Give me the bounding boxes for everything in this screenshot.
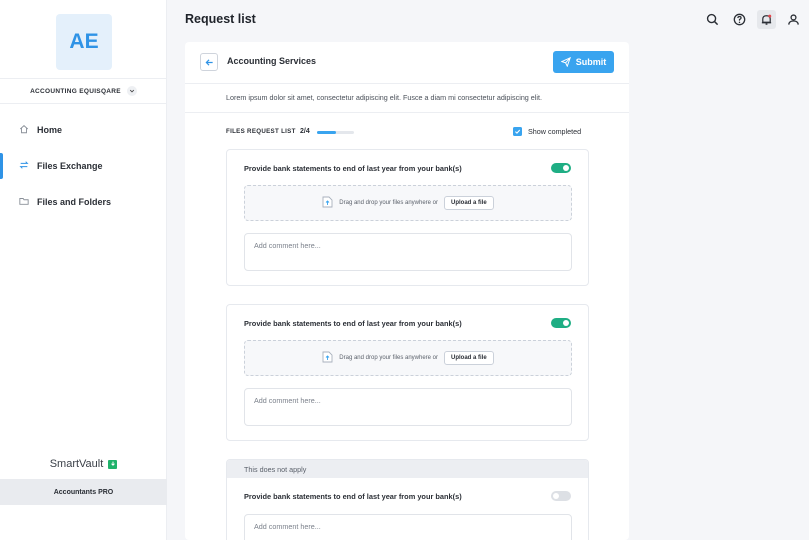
comment-field[interactable] [244, 233, 572, 271]
search-icon[interactable] [703, 10, 722, 29]
dropzone-text: Drag and drop your files anywhere or [339, 200, 439, 206]
plan-label: Accountants PRO [0, 479, 167, 505]
file-upload-icon [322, 196, 333, 210]
files-count: 2/4 [300, 128, 310, 135]
back-button[interactable] [200, 53, 218, 71]
files-progress-bar [317, 131, 354, 134]
request-title: Accounting Services [227, 56, 317, 66]
request-item-title: Provide bank statements to end of last y… [244, 319, 462, 328]
sidebar: AE ACCOUNTING EQUISQARE Home Files Excha… [0, 0, 167, 540]
request-item-title: Provide bank statements to end of last y… [244, 492, 462, 501]
company-name: ACCOUNTING EQUISQARE [30, 87, 121, 95]
folder-icon [19, 196, 29, 208]
exchange-icon [19, 160, 29, 172]
sidebar-item-home[interactable]: Home [0, 117, 167, 143]
home-icon [19, 124, 29, 136]
file-upload-icon [322, 351, 333, 365]
sidebar-item-label: Files Exchange [37, 161, 103, 171]
active-indicator [0, 153, 3, 179]
brand-logo: SmartVault [0, 452, 167, 476]
toggle-knob [563, 320, 569, 326]
request-item-toggle[interactable] [551, 318, 571, 328]
request-item-title: Provide bank statements to end of last y… [244, 164, 462, 173]
file-dropzone[interactable]: Drag and drop your files anywhere or Upl… [244, 340, 572, 376]
company-switcher[interactable]: ACCOUNTING EQUISQARE [0, 78, 167, 104]
brand-name: SmartVault [49, 458, 104, 470]
show-completed-label: Show completed [528, 127, 582, 136]
upload-file-button[interactable]: Upload a file [444, 196, 494, 210]
bell-icon[interactable] [757, 10, 776, 29]
submit-label: Submit [575, 57, 607, 67]
request-panel: Accounting Services Submit Lorem ipsum d… [185, 42, 629, 540]
user-icon[interactable] [784, 10, 803, 29]
sidebar-item-files-and-folders[interactable]: Files and Folders [0, 189, 167, 215]
divider [185, 112, 629, 113]
top-toolbar [703, 10, 803, 29]
file-dropzone[interactable]: Drag and drop your files anywhere or Upl… [244, 185, 572, 221]
dropzone-text: Drag and drop your files anywhere or [339, 355, 439, 361]
request-item-card: This does not apply Provide bank stateme… [226, 459, 589, 540]
show-completed-toggle[interactable]: Show completed [513, 127, 581, 136]
chevron-down-icon [126, 86, 137, 96]
progress-fill [317, 131, 336, 134]
lock-icon [108, 459, 118, 469]
request-item-card: Provide bank statements to end of last y… [226, 149, 589, 286]
request-header: Accounting Services Submit [185, 42, 629, 84]
files-request-label: FILES REQUEST LIST [226, 128, 296, 135]
submit-button[interactable]: Submit [553, 51, 614, 73]
send-icon [560, 57, 571, 67]
toggle-knob [553, 493, 559, 499]
toggle-knob [563, 165, 569, 171]
help-icon[interactable] [730, 10, 749, 29]
arrow-left-icon [205, 58, 213, 66]
request-item-toggle[interactable] [551, 163, 571, 173]
sidebar-item-files-exchange[interactable]: Files Exchange [0, 153, 167, 179]
request-item-card: Provide bank statements to end of last y… [226, 304, 589, 441]
request-description: Lorem ipsum dolor sit amet, consectetur … [226, 93, 542, 102]
checkbox[interactable] [513, 127, 522, 136]
check-icon [515, 129, 521, 134]
request-item-toggle[interactable] [551, 491, 571, 501]
comment-field[interactable] [244, 514, 572, 540]
page-title: Request list [185, 12, 256, 26]
upload-file-button[interactable]: Upload a file [444, 351, 494, 365]
sidebar-item-label: Files and Folders [37, 197, 112, 207]
avatar: AE [56, 14, 112, 70]
comment-field[interactable] [244, 388, 572, 426]
does-not-apply-bar: This does not apply [227, 460, 588, 478]
sidebar-item-label: Home [37, 125, 63, 135]
